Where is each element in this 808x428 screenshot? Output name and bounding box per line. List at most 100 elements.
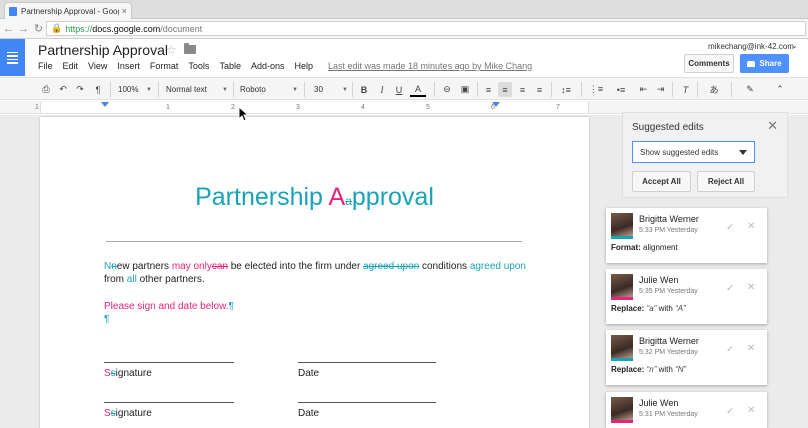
suggested-insertion[interactable]: may only <box>172 261 212 272</box>
underline-icon[interactable]: U <box>393 82 405 97</box>
suggested-insertion[interactable]: A <box>329 183 346 211</box>
numbered-list-icon[interactable]: ⋮≡ <box>586 82 606 97</box>
ruler-number: 1 <box>166 104 170 111</box>
user-email[interactable]: mikechang@ink-42.com <box>708 42 794 51</box>
star-icon[interactable]: ☆ <box>166 43 177 57</box>
suggested-insertion[interactable]: agreed upon <box>470 261 526 272</box>
account-chevron-icon[interactable]: ⌄ <box>791 41 798 50</box>
suggested-insertion[interactable]: Please sign and date below. <box>104 301 229 312</box>
body-text: conditions <box>419 261 470 272</box>
left-indent-marker-icon[interactable] <box>101 102 109 107</box>
url-field[interactable]: 🔒 https:// docs.google.com /document <box>46 21 806 36</box>
suggestion-card[interactable]: Brigitta Werner 5:32 PM Yesterday ✓ ✕ Re… <box>606 330 767 385</box>
suggested-insertion[interactable]: all <box>127 274 137 285</box>
menu-edit[interactable]: Edit <box>63 61 79 71</box>
suggestion-card[interactable]: Brigitta Werner 5:33 PM Yesterday ✓ ✕ Fo… <box>606 208 767 263</box>
reject-x-icon[interactable]: ✕ <box>747 405 755 416</box>
align-center-icon[interactable]: ≡ <box>498 82 512 97</box>
suggested-deletion[interactable]: can <box>212 261 228 272</box>
signature-label[interactable]: Ssignature <box>104 368 152 379</box>
suggester-name: Brigitta Werner <box>639 214 699 224</box>
align-justify-icon[interactable]: ≡ <box>533 82 546 97</box>
date-label[interactable]: Date <box>298 408 319 419</box>
signature-text: ignature <box>115 368 152 379</box>
folder-icon[interactable] <box>184 43 196 54</box>
bold-icon[interactable]: B <box>358 82 370 97</box>
clear-formatting-icon[interactable]: T <box>679 82 692 97</box>
accept-check-icon[interactable]: ✓ <box>726 222 734 233</box>
link-icon[interactable]: ⊖ <box>440 82 454 97</box>
menu-addons[interactable]: Add-ons <box>251 61 285 71</box>
menu-format[interactable]: Format <box>150 61 179 71</box>
style-value: Normal text <box>166 85 207 94</box>
comment-icon[interactable]: ▣ <box>458 82 472 97</box>
suggestion-time: 5:32 PM Yesterday <box>639 349 698 356</box>
italic-icon[interactable]: I <box>376 82 388 97</box>
menu-table[interactable]: Table <box>219 61 241 71</box>
menu-help[interactable]: Help <box>294 61 313 71</box>
input-tools-icon[interactable]: あ <box>704 82 724 97</box>
menu-bar: File Edit View Insert Format Tools Table… <box>38 61 323 71</box>
browser-tab[interactable]: Partnership Approval - Google × <box>4 2 132 19</box>
paint-format-icon[interactable]: ¶ <box>91 82 105 97</box>
menu-file[interactable]: File <box>38 61 53 71</box>
decrease-indent-icon[interactable]: ⇤ <box>637 82 650 97</box>
share-button[interactable]: Share <box>740 54 789 73</box>
accept-check-icon[interactable]: ✓ <box>726 283 734 294</box>
reject-x-icon[interactable]: ✕ <box>747 282 755 293</box>
comments-button[interactable]: Comments <box>684 54 734 73</box>
redo-icon[interactable]: ↷ <box>73 82 87 97</box>
suggested-deletion[interactable]: agreed upon <box>363 261 419 272</box>
reload-icon[interactable]: ↻ <box>32 22 45 35</box>
suggestion-view-dropdown[interactable]: Show suggested edits <box>632 141 755 163</box>
signature-label[interactable]: Ssignature <box>104 408 152 419</box>
suggestion-card[interactable]: Julie Wen 5:35 PM Yesterday ✓ ✕ Replace:… <box>606 269 767 324</box>
document-page[interactable]: Partnership Aapproval Nnew partners may … <box>40 117 589 428</box>
suggestion-card[interactable]: Julie Wen 5:31 PM Yesterday ✓ ✕ <box>606 392 767 428</box>
print-icon[interactable]: ⎙ <box>39 82 53 97</box>
align-right-icon[interactable]: ≡ <box>516 82 529 97</box>
font-dropdown[interactable]: Roboto ▼ <box>240 82 300 97</box>
zoom-dropdown[interactable]: 100% ▼ <box>118 82 154 97</box>
align-left-icon[interactable]: ≡ <box>482 82 495 97</box>
accept-all-button[interactable]: Accept All <box>632 171 691 192</box>
accept-check-icon[interactable]: ✓ <box>726 344 734 355</box>
suggested-insertion[interactable]: S <box>104 368 111 379</box>
paragraph-1[interactable]: Nnew partners may onlycan be elected int… <box>104 260 544 286</box>
date-label[interactable]: Date <box>298 368 319 379</box>
line-spacing-icon[interactable]: ↕≡ <box>556 82 576 97</box>
editing-mode-icon[interactable]: ✎ <box>740 82 760 97</box>
avatar <box>611 274 633 300</box>
undo-icon[interactable]: ↶ <box>56 82 70 97</box>
reject-x-icon[interactable]: ✕ <box>747 221 755 232</box>
url-host: docs.google.com <box>92 23 161 34</box>
reject-x-icon[interactable]: ✕ <box>747 343 755 354</box>
bulleted-list-icon[interactable]: •≡ <box>611 82 631 97</box>
menu-tools[interactable]: Tools <box>188 61 209 71</box>
reject-all-button[interactable]: Reject All <box>697 171 755 192</box>
menu-view[interactable]: View <box>88 61 107 71</box>
document-heading[interactable]: Partnership Aapproval <box>40 183 589 212</box>
suggested-deletion[interactable]: a <box>345 194 352 208</box>
menu-insert[interactable]: Insert <box>117 61 140 71</box>
style-dropdown[interactable]: Normal text ▼ <box>166 82 230 97</box>
docs-logo-icon[interactable] <box>0 39 25 76</box>
tab-close-icon[interactable]: × <box>122 6 127 16</box>
document-title[interactable]: Partnership Approval <box>38 42 168 58</box>
accept-check-icon[interactable]: ✓ <box>726 406 734 417</box>
text-color-icon[interactable]: A <box>410 82 426 97</box>
paragraph-2[interactable]: Please sign and date below.¶ ¶ <box>104 300 234 326</box>
back-icon[interactable]: ← <box>2 23 15 35</box>
forward-icon[interactable]: → <box>17 23 30 35</box>
last-edit-link[interactable]: Last edit was made 18 minutes ago by Mik… <box>328 61 532 71</box>
suggestion-detail: Format: alignment <box>611 243 678 252</box>
font-size-dropdown[interactable]: 30 ▼ <box>314 82 350 97</box>
close-icon[interactable]: ✕ <box>767 118 778 134</box>
suggested-insertion[interactable]: S <box>104 408 111 419</box>
formatting-toolbar: ⎙ ↶ ↷ ¶ 100% ▼ Normal text ▼ Roboto ▼ 30 ▼ B… <box>0 77 808 100</box>
avatar <box>611 335 633 361</box>
ruler-number: 2 <box>231 104 235 111</box>
increase-indent-icon[interactable]: ⇥ <box>654 82 667 97</box>
collapse-menu-icon[interactable]: ⌃ <box>773 82 787 97</box>
suggester-name: Julie Wen <box>639 275 679 285</box>
